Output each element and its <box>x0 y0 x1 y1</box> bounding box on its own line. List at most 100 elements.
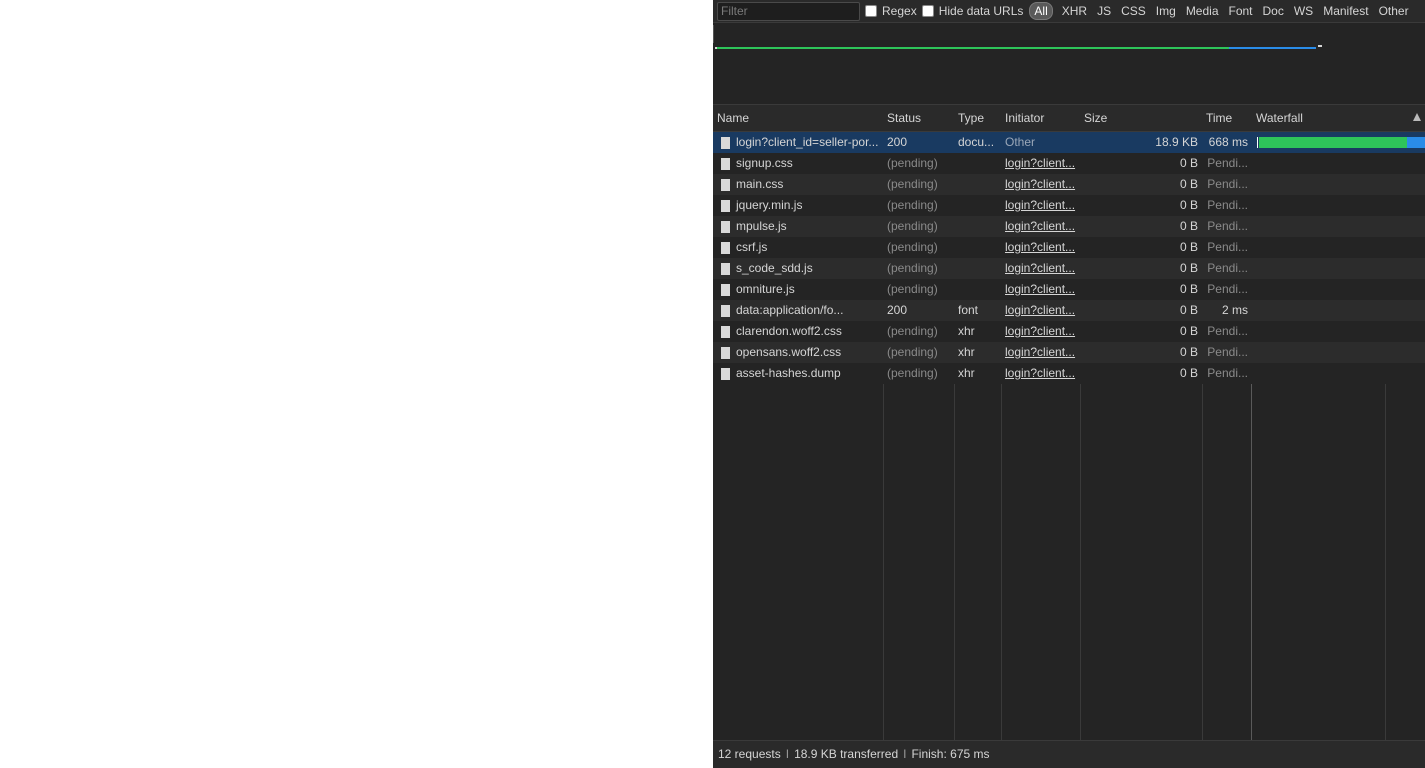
table-row[interactable]: signup.css (pending) login?client... 0 B Pen… <box>713 153 1425 174</box>
request-name[interactable]: omniture.js <box>732 279 883 300</box>
type-filter-manifest[interactable]: Manifest <box>1322 3 1369 19</box>
request-time: Pendi... <box>1207 177 1248 191</box>
request-status: 200 <box>887 135 908 149</box>
timeline-overview[interactable] <box>713 23 1425 105</box>
request-status: (pending) <box>887 324 938 338</box>
request-name[interactable]: login?client_id=seller-por... <box>732 132 883 153</box>
request-time: Pendi... <box>1207 219 1248 233</box>
summary-finish: Finish: 675 ms <box>911 747 990 761</box>
waterfall-download-bar <box>1407 137 1425 148</box>
request-initiator[interactable]: login?client... <box>1001 363 1080 384</box>
request-name[interactable]: data:application/fo... <box>732 300 883 321</box>
type-filter-doc[interactable]: Doc <box>1262 3 1285 19</box>
request-name[interactable]: clarendon.woff2.css <box>732 321 883 342</box>
request-initiator[interactable]: login?client... <box>1001 237 1080 258</box>
table-row[interactable]: asset-hashes.dump (pending) xhr login?clien… <box>713 363 1425 384</box>
request-time: Pendi... <box>1207 282 1248 296</box>
column-header-status[interactable]: Status <box>883 105 954 132</box>
request-size: 0 B <box>1179 261 1198 275</box>
sort-ascending-icon <box>1413 113 1421 121</box>
request-initiator[interactable]: login?client... <box>1001 174 1080 195</box>
request-name[interactable]: s_code_sdd.js <box>732 258 883 279</box>
request-type <box>954 258 1001 279</box>
table-row[interactable]: jquery.min.js (pending) login?client... 0 B… <box>713 195 1425 216</box>
table-row[interactable]: clarendon.woff2.css (pending) xhr login?cli… <box>713 321 1425 342</box>
table-row[interactable]: s_code_sdd.js (pending) login?client... 0 B… <box>713 258 1425 279</box>
request-name[interactable]: csrf.js <box>732 237 883 258</box>
table-row[interactable]: login?client_id=seller-por... 200 docu... O… <box>713 132 1425 153</box>
request-time: Pendi... <box>1207 345 1248 359</box>
regex-label: Regex <box>882 4 917 18</box>
type-filter-img[interactable]: Img <box>1155 3 1177 19</box>
table-row[interactable]: mpulse.js (pending) login?client... 0 B Pend… <box>713 216 1425 237</box>
waterfall-waiting-bar <box>1259 137 1407 148</box>
type-filter-css[interactable]: CSS <box>1120 3 1147 19</box>
overview-marker-end <box>1318 45 1322 47</box>
file-icon <box>721 326 730 338</box>
table-row[interactable]: data:application/fo... 200 font login?clien… <box>713 300 1425 321</box>
table-row[interactable]: csrf.js (pending) login?client... 0 B Pendi.… <box>713 237 1425 258</box>
file-icon <box>721 347 730 359</box>
type-filter-media[interactable]: Media <box>1185 3 1220 19</box>
column-header-initiator[interactable]: Initiator <box>1001 105 1080 132</box>
type-filter-all[interactable]: All <box>1029 2 1053 20</box>
request-type: xhr <box>958 324 975 338</box>
request-initiator[interactable]: login?client... <box>1001 216 1080 237</box>
type-filter-ws[interactable]: WS <box>1293 3 1314 19</box>
type-filter-font[interactable]: Font <box>1228 3 1254 19</box>
request-size: 0 B <box>1179 240 1198 254</box>
request-initiator[interactable]: login?client... <box>1001 321 1080 342</box>
request-size: 0 B <box>1179 198 1198 212</box>
hide-data-urls-checkbox[interactable]: Hide data URLs <box>921 4 1023 18</box>
request-type <box>954 153 1001 174</box>
request-status: (pending) <box>887 366 938 380</box>
request-name[interactable]: signup.css <box>732 153 883 174</box>
request-initiator[interactable]: login?client... <box>1001 195 1080 216</box>
table-row[interactable]: omniture.js (pending) login?client... 0 B Pe… <box>713 279 1425 300</box>
filter-input[interactable] <box>717 1 860 21</box>
column-header-time[interactable]: Time <box>1202 105 1251 132</box>
network-panel: Regex Hide data URLs All XHR JS CSS Img … <box>713 0 1425 768</box>
hide-data-urls-checkbox-box[interactable] <box>921 5 934 17</box>
table-body: login?client_id=seller-por... 200 docu... O… <box>713 132 1425 740</box>
column-header-waterfall[interactable]: Waterfall <box>1252 105 1425 132</box>
request-size: 0 B <box>1179 219 1198 233</box>
request-size: 0 B <box>1179 345 1198 359</box>
table-row[interactable]: opensans.woff2.css (pending) xhr login?clie… <box>713 342 1425 363</box>
type-filter-js[interactable]: JS <box>1096 3 1112 19</box>
request-initiator[interactable]: login?client... <box>1001 258 1080 279</box>
file-icon <box>721 221 730 233</box>
request-name[interactable]: asset-hashes.dump <box>732 363 883 384</box>
request-size: 0 B <box>1179 282 1198 296</box>
request-time: Pendi... <box>1207 324 1248 338</box>
request-name[interactable]: main.css <box>732 174 883 195</box>
file-icon <box>721 305 730 317</box>
request-type <box>954 279 1001 300</box>
request-name[interactable]: jquery.min.js <box>732 195 883 216</box>
request-name[interactable]: mpulse.js <box>732 216 883 237</box>
request-type: xhr <box>958 366 975 380</box>
request-size: 0 B <box>1179 177 1198 191</box>
request-name[interactable]: opensans.woff2.css <box>732 342 883 363</box>
summary-transferred: 18.9 KB transferred <box>794 747 899 761</box>
column-header-name[interactable]: Name <box>713 105 883 132</box>
request-time: 668 ms <box>1208 135 1248 149</box>
request-status: (pending) <box>887 282 938 296</box>
column-header-size[interactable]: Size <box>1080 105 1202 132</box>
request-status: (pending) <box>887 156 938 170</box>
request-size: 0 B <box>1179 303 1198 317</box>
request-initiator[interactable]: login?client... <box>1001 300 1080 321</box>
column-header-type[interactable]: Type <box>954 105 1001 132</box>
request-initiator[interactable]: login?client... <box>1001 279 1080 300</box>
request-type: font <box>958 303 979 317</box>
type-filter-other[interactable]: Other <box>1378 3 1410 19</box>
regex-checkbox-box[interactable] <box>865 5 877 17</box>
type-filter-xhr[interactable]: XHR <box>1061 3 1088 19</box>
table-row[interactable]: main.css (pending) login?client... 0 B Pendi… <box>713 174 1425 195</box>
request-initiator[interactable]: login?client... <box>1001 342 1080 363</box>
request-type <box>954 174 1001 195</box>
regex-checkbox[interactable]: Regex <box>865 4 917 18</box>
request-initiator: Other <box>1005 135 1036 149</box>
request-initiator[interactable]: login?client... <box>1001 153 1080 174</box>
waterfall-start-marker <box>1257 137 1258 148</box>
